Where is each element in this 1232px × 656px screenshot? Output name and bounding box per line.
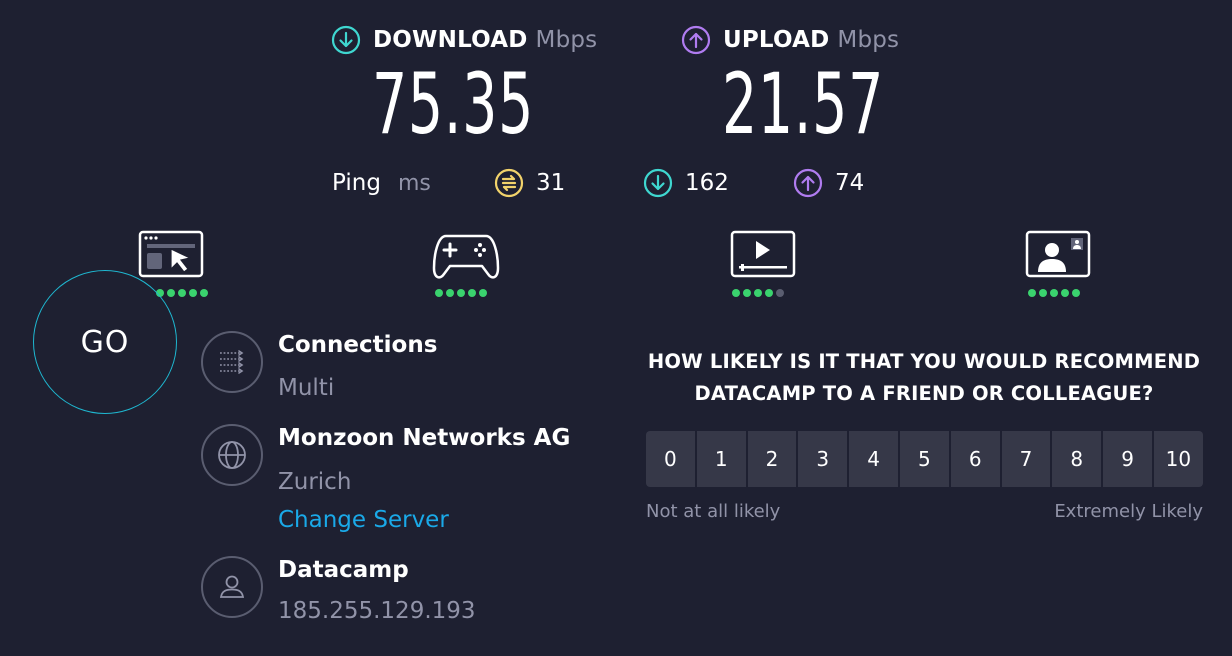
- video-call-rating: [1028, 289, 1092, 297]
- host-ip: 185.255.129.193: [278, 598, 476, 624]
- video-call-icon: [1025, 230, 1091, 278]
- scale-option-5[interactable]: 5: [899, 431, 949, 487]
- arrow-up-circle-icon: [681, 25, 711, 55]
- isp-location: Zurich: [278, 469, 352, 495]
- rating-dot: [178, 289, 186, 297]
- isp-title: Monzoon Networks AG: [278, 425, 571, 451]
- scale-option-10[interactable]: 10: [1153, 431, 1203, 487]
- ping-idle-icon: [494, 168, 524, 198]
- ping-idle: 31: [494, 168, 565, 198]
- ping-download-value: 162: [685, 170, 729, 196]
- change-server-link[interactable]: Change Server: [278, 507, 449, 533]
- go-button[interactable]: GO: [33, 270, 177, 414]
- recommend-scale: 0 1 2 3 4 5 6 7 8 9 10: [646, 431, 1203, 487]
- gaming-rating: [435, 289, 500, 297]
- upload-header: UPLOAD Mbps: [681, 25, 899, 55]
- scale-high-label: Extremely Likely: [1054, 501, 1203, 522]
- web-browsing-icon: [138, 230, 204, 278]
- scale-option-1[interactable]: 1: [696, 431, 746, 487]
- survey-question: HOW LIKELY IS IT THAT YOU WOULD RECOMMEN…: [644, 346, 1204, 410]
- scale-option-0[interactable]: 0: [646, 431, 695, 487]
- rating-dot: [754, 289, 762, 297]
- download-label: DOWNLOAD: [373, 27, 528, 53]
- rating-dot: [446, 289, 454, 297]
- video-streaming-icon: [730, 230, 796, 278]
- scale-option-8[interactable]: 8: [1052, 431, 1102, 487]
- upload-label: UPLOAD: [723, 27, 830, 53]
- connections-value: Multi: [278, 375, 335, 401]
- download-header: DOWNLOAD Mbps: [331, 25, 597, 55]
- connections-icon-circle: [201, 331, 263, 393]
- rating-dot: [1072, 289, 1080, 297]
- web-browsing-rating: [156, 289, 208, 297]
- arrow-up-circle-icon: [793, 168, 823, 198]
- ping-download: 162: [643, 168, 729, 198]
- rating-dot: [1039, 289, 1047, 297]
- connections-icon: [220, 350, 244, 374]
- scale-option-6[interactable]: 6: [950, 431, 1000, 487]
- gaming-icon: [432, 234, 500, 279]
- rating-dot: [479, 289, 487, 297]
- rating-dot: [732, 289, 740, 297]
- scale-option-7[interactable]: 7: [1001, 431, 1051, 487]
- ping-unit: ms: [398, 171, 431, 196]
- survey-question-line-1: HOW LIKELY IS IT THAT YOU WOULD RECOMMEN…: [647, 350, 1201, 373]
- rating-dot: [1061, 289, 1069, 297]
- rating-dot: [1050, 289, 1058, 297]
- globe-icon: [218, 441, 246, 469]
- download-unit: Mbps: [535, 27, 598, 53]
- rating-dot: [457, 289, 465, 297]
- video-streaming-rating: [732, 289, 797, 297]
- upload-unit: Mbps: [837, 27, 900, 53]
- activity-gaming: [432, 228, 500, 297]
- activity-video-streaming: [729, 228, 797, 297]
- ping-upload: 74: [793, 168, 864, 198]
- user-icon: [219, 575, 245, 598]
- upload-value: 21.57: [722, 55, 885, 153]
- ping-upload-value: 74: [835, 170, 865, 196]
- rating-dot: [189, 289, 197, 297]
- activity-video-call: [1024, 228, 1092, 297]
- isp-icon-circle: [201, 424, 263, 486]
- download-value: 75.35: [372, 55, 535, 153]
- rating-dot: [743, 289, 751, 297]
- scale-option-4[interactable]: 4: [849, 431, 898, 487]
- rating-dot: [435, 289, 443, 297]
- scale-option-2[interactable]: 2: [747, 431, 797, 487]
- arrow-down-circle-icon: [643, 168, 673, 198]
- rating-dot: [765, 289, 773, 297]
- scale-option-3[interactable]: 3: [798, 431, 848, 487]
- connections-title: Connections: [278, 332, 438, 358]
- ping-label: Ping: [332, 170, 381, 196]
- arrow-down-circle-icon: [331, 25, 361, 55]
- host-title: Datacamp: [278, 557, 409, 583]
- ping-idle-value: 31: [536, 170, 566, 196]
- survey-question-line-2: DATACAMP TO A FRIEND OR COLLEAGUE?: [694, 382, 1154, 405]
- rating-dot: [776, 289, 784, 297]
- rating-dot: [200, 289, 208, 297]
- scale-option-9[interactable]: 9: [1103, 431, 1152, 487]
- rating-dot: [1028, 289, 1036, 297]
- rating-dot: [167, 289, 175, 297]
- host-icon-circle: [201, 556, 263, 618]
- rating-dot: [468, 289, 476, 297]
- scale-low-label: Not at all likely: [646, 501, 781, 522]
